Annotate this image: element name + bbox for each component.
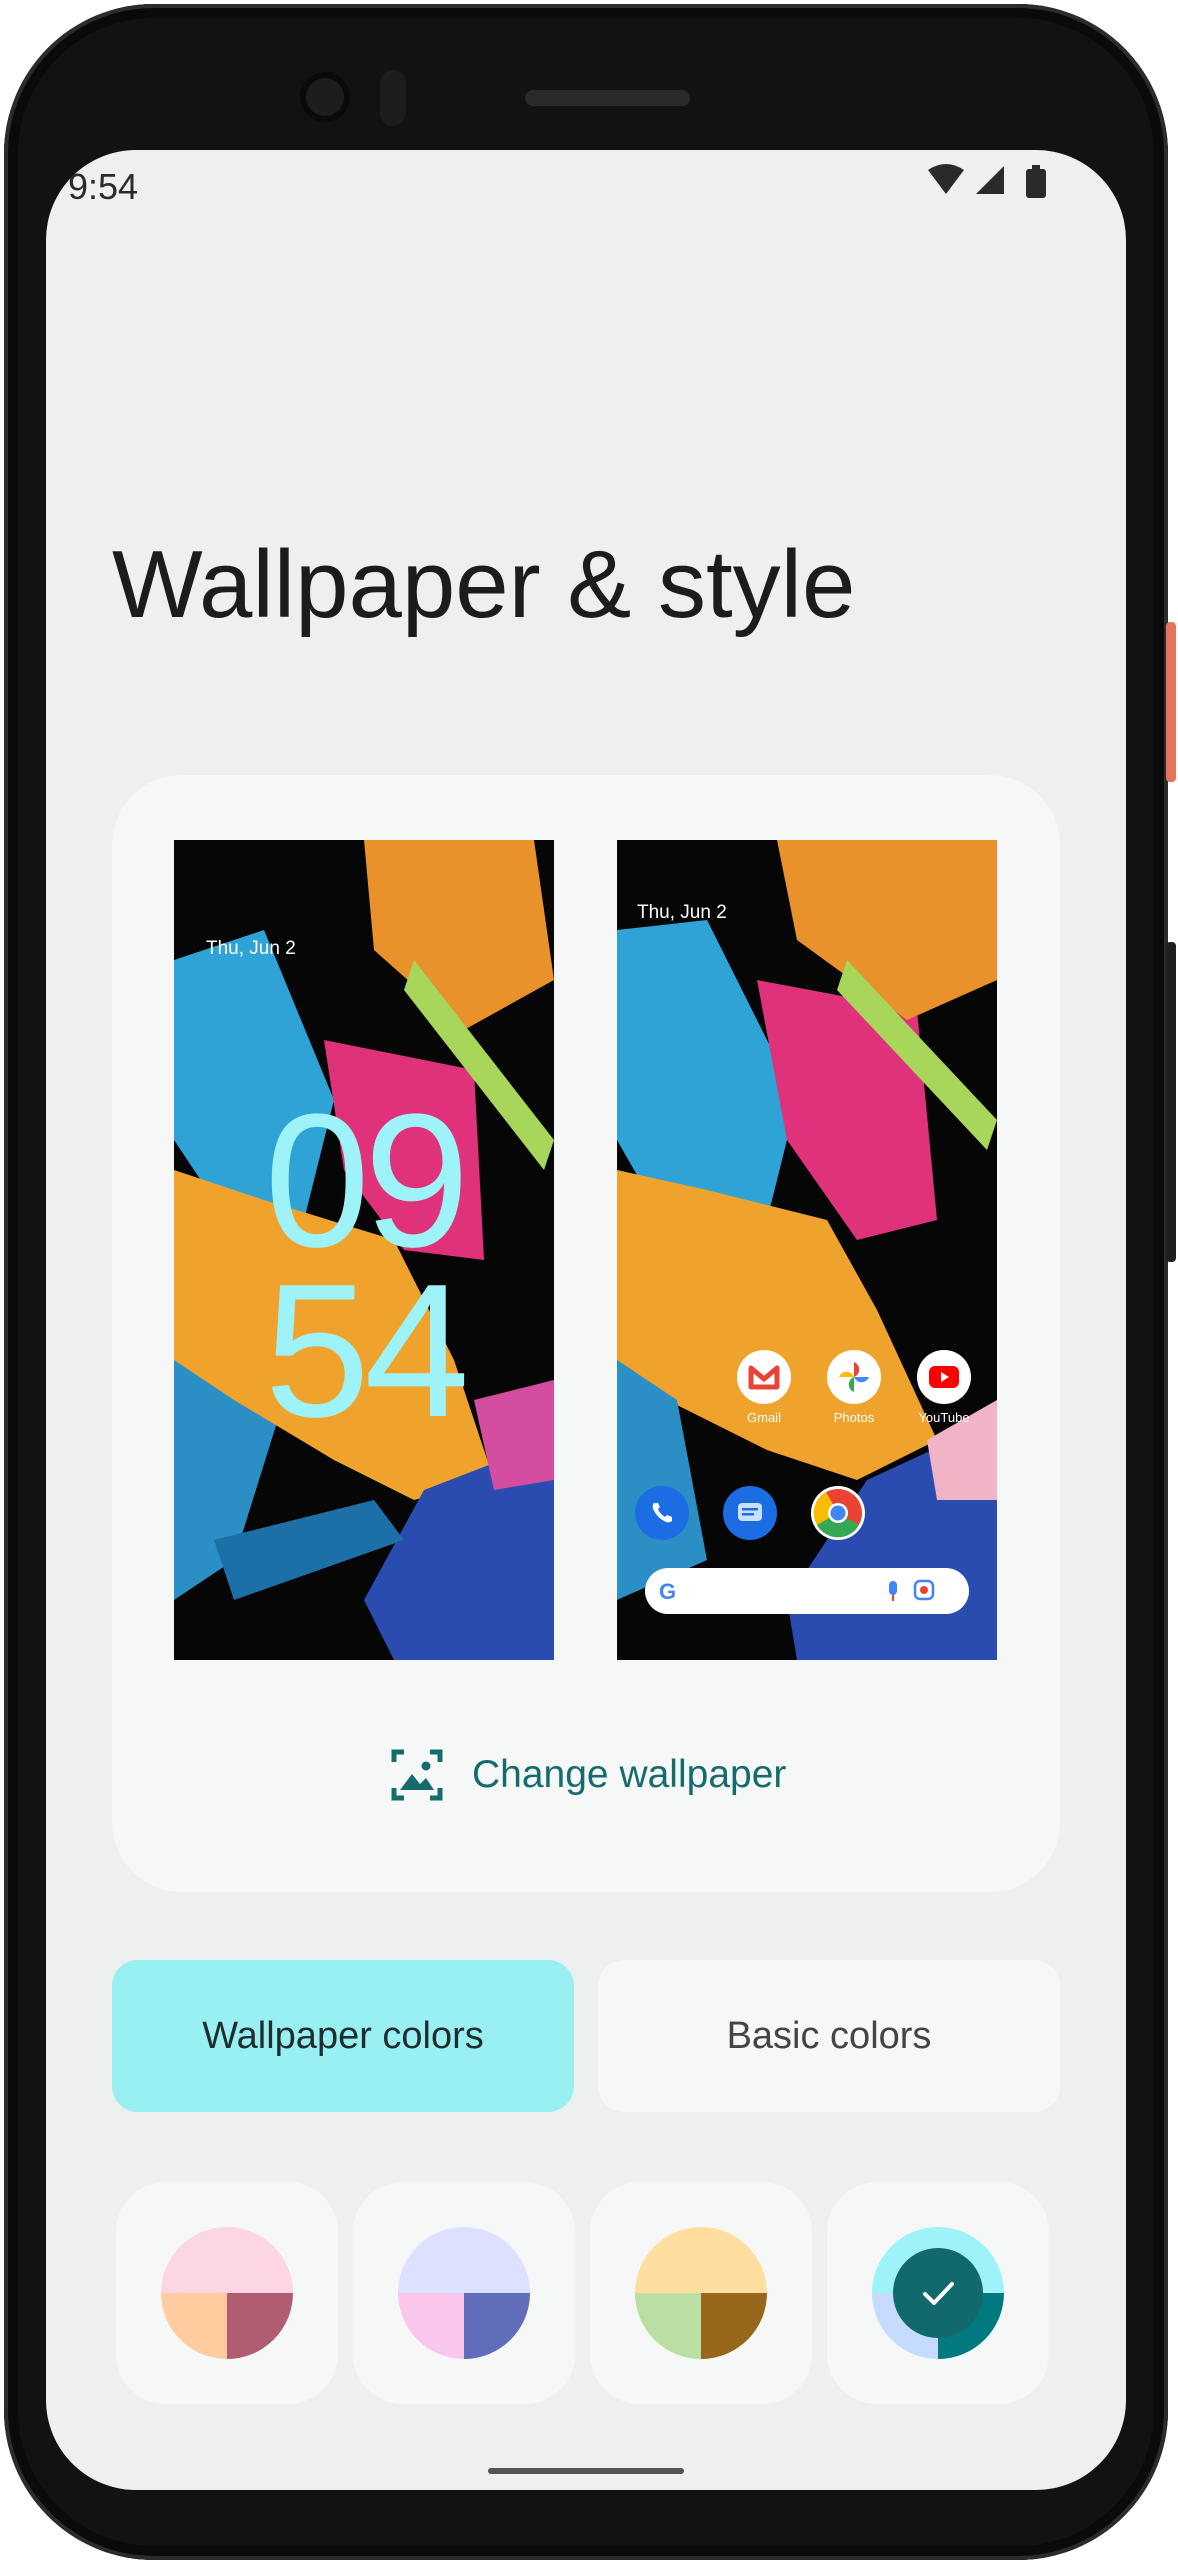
youtube-icon — [917, 1350, 971, 1404]
tab-wallpaper-colors[interactable]: Wallpaper colors — [112, 1960, 574, 2112]
front-camera — [300, 72, 350, 122]
mic-icon — [889, 1581, 897, 1601]
home-date: Thu, Jun 2 — [637, 902, 727, 923]
home-search-bar[interactable]: G — [645, 1568, 969, 1614]
google-icon: G — [659, 1579, 676, 1604]
color-swatch — [161, 2227, 293, 2359]
lens-icon — [913, 1579, 935, 1601]
color-option-amber[interactable] — [590, 2182, 812, 2404]
color-swatch — [635, 2227, 767, 2359]
volume-button — [1166, 942, 1176, 1262]
color-option-pink[interactable] — [116, 2182, 338, 2404]
status-icons — [928, 164, 1046, 198]
gmail-icon — [737, 1350, 791, 1404]
page-title: Wallpaper & style — [112, 531, 856, 638]
sensor — [380, 70, 406, 126]
wallpaper-icon — [391, 1749, 443, 1801]
photos-label: Photos — [833, 1410, 875, 1425]
change-wallpaper-button[interactable]: Change wallpaper — [390, 1745, 786, 1805]
messages-icon[interactable] — [723, 1486, 777, 1540]
wifi-icon — [928, 164, 964, 194]
photos-app[interactable]: Photos — [809, 1350, 899, 1425]
color-swatch — [872, 2227, 1004, 2359]
phone-icon[interactable] — [635, 1486, 689, 1540]
gmail-app[interactable]: Gmail — [719, 1350, 809, 1425]
tab-wallpaper-colors-label: Wallpaper colors — [202, 2014, 484, 2057]
status-time: 9:54 — [68, 166, 139, 207]
youtube-app[interactable]: YouTube — [899, 1350, 989, 1425]
color-option-lavender[interactable] — [353, 2182, 575, 2404]
lock-clock-minute: 54 — [264, 1245, 469, 1457]
battery-icon — [1026, 165, 1046, 198]
tab-basic-colors[interactable]: Basic colors — [598, 1960, 1060, 2112]
color-option-teal[interactable] — [827, 2182, 1049, 2404]
chrome-icon[interactable] — [811, 1486, 865, 1540]
gesture-handle[interactable] — [488, 2468, 684, 2474]
lock-clock-hour: 09 — [264, 1075, 469, 1287]
home-screen-preview[interactable]: Thu, Jun 2 Gmail Photos YouTube G — [617, 840, 997, 1660]
power-button — [1166, 622, 1176, 782]
cell-signal-icon — [976, 166, 1004, 194]
youtube-label: YouTube — [918, 1410, 970, 1425]
gmail-label: Gmail — [747, 1410, 781, 1425]
lock-date: Thu, Jun 2 — [206, 938, 296, 959]
earpiece-speaker — [525, 90, 690, 106]
svg-text:G: G — [659, 1579, 676, 1604]
photos-icon — [827, 1350, 881, 1404]
lock-screen-preview[interactable]: Thu, Jun 2 09 54 — [174, 840, 554, 1660]
tab-basic-colors-label: Basic colors — [726, 2014, 932, 2057]
color-swatch — [398, 2227, 530, 2359]
change-wallpaper-label: Change wallpaper — [472, 1753, 787, 1796]
